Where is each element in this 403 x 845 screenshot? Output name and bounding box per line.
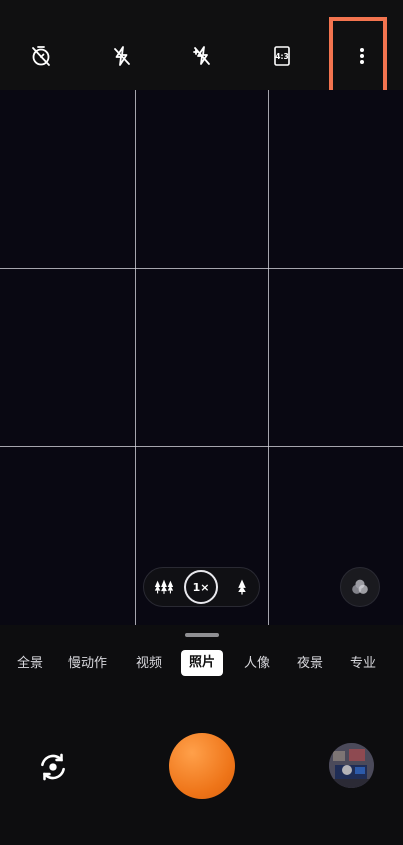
mode-night[interactable]: 夜景 bbox=[297, 652, 323, 676]
shutter-button[interactable] bbox=[169, 733, 235, 799]
color-filter-icon bbox=[352, 579, 368, 594]
camera-top-bar: 4:3 bbox=[0, 0, 403, 90]
grid-line-vertical-1 bbox=[135, 90, 136, 625]
mode-pro[interactable]: 专业 bbox=[350, 652, 376, 676]
zoom-selector: 1× bbox=[143, 567, 260, 607]
mode-video[interactable]: 视频 bbox=[136, 652, 162, 676]
mode-panorama[interactable]: 全景 bbox=[17, 652, 43, 676]
zoom-level-label: 1× bbox=[192, 580, 210, 594]
switch-camera-button[interactable] bbox=[33, 747, 73, 787]
zoom-level-button[interactable]: 1× bbox=[184, 570, 218, 604]
gallery-thumbnail[interactable] bbox=[329, 743, 374, 788]
aspect-ratio-icon[interactable]: 4:3 bbox=[268, 42, 296, 70]
more-options-icon[interactable] bbox=[348, 42, 376, 70]
single-tree-icon[interactable] bbox=[230, 573, 254, 601]
drawer-handle[interactable] bbox=[185, 633, 219, 637]
grid-line-vertical-2 bbox=[268, 90, 269, 625]
gallery-thumbnail-image bbox=[329, 743, 374, 788]
hdr-off-icon[interactable] bbox=[188, 42, 216, 70]
color-filter-button[interactable] bbox=[340, 567, 380, 607]
aspect-ratio-label: 4:3 bbox=[275, 52, 288, 61]
switch-camera-icon bbox=[41, 753, 65, 781]
mode-photo[interactable]: 照片 bbox=[181, 650, 224, 676]
mode-portrait[interactable]: 人像 bbox=[244, 652, 270, 676]
grid-line-horizontal-2 bbox=[0, 446, 403, 447]
multi-tree-icon[interactable] bbox=[152, 573, 176, 601]
grid-line-horizontal-1 bbox=[0, 268, 403, 269]
mode-slow-motion[interactable]: 慢动作 bbox=[68, 652, 107, 676]
camera-viewfinder[interactable] bbox=[0, 90, 403, 625]
flash-off-icon[interactable] bbox=[108, 42, 136, 70]
timer-off-icon[interactable] bbox=[27, 42, 55, 70]
